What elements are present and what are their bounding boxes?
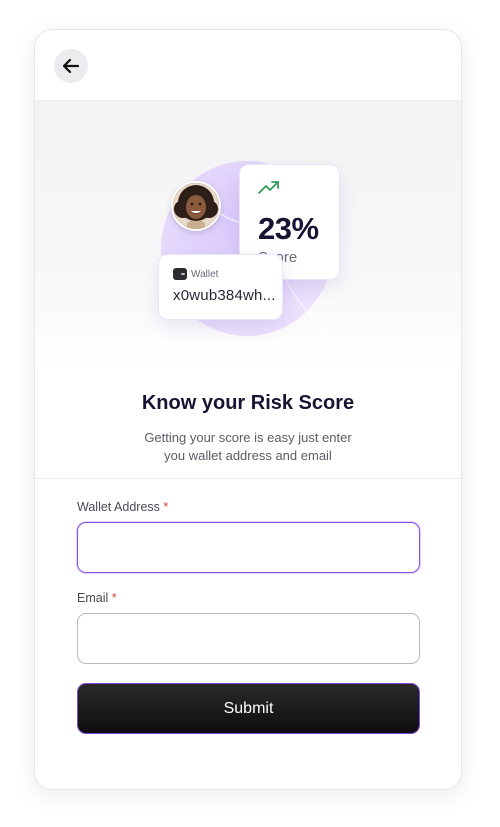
wallet-address-label-text: Wallet Address <box>77 500 160 514</box>
hero-illustration: 23% Score Wallet x0wub384wh... <box>35 101 461 371</box>
wallet-address-input[interactable] <box>77 522 420 573</box>
trending-up-icon <box>258 181 279 194</box>
wallet-card-address: x0wub384wh... <box>173 287 276 304</box>
email-label: Email * <box>77 591 420 605</box>
arrow-left-icon <box>63 59 79 73</box>
risk-score-form: Wallet Address * Email * Submit <box>35 479 461 734</box>
score-value: 23% <box>258 211 319 246</box>
top-bar <box>35 30 461 101</box>
page-title: Know your Risk Score <box>141 392 355 414</box>
required-marker: * <box>111 591 117 605</box>
risk-score-card: 23% Score Wallet x0wub384wh... Know your… <box>34 29 462 790</box>
wallet-icon <box>173 268 187 280</box>
back-button[interactable] <box>54 49 88 83</box>
page-subtitle: Getting your score is easy just enter yo… <box>144 430 352 463</box>
wallet-card: Wallet x0wub384wh... <box>158 254 283 320</box>
intro-section: Know your Risk Score Getting your score … <box>35 371 461 479</box>
email-input[interactable] <box>77 613 420 664</box>
wallet-address-label: Wallet Address * <box>77 500 420 514</box>
email-label-text: Email <box>77 591 109 605</box>
avatar <box>171 181 221 231</box>
submit-button[interactable]: Submit <box>77 683 420 734</box>
user-avatar-image <box>173 183 219 229</box>
required-marker: * <box>163 500 169 514</box>
wallet-card-title: Wallet <box>191 269 219 280</box>
